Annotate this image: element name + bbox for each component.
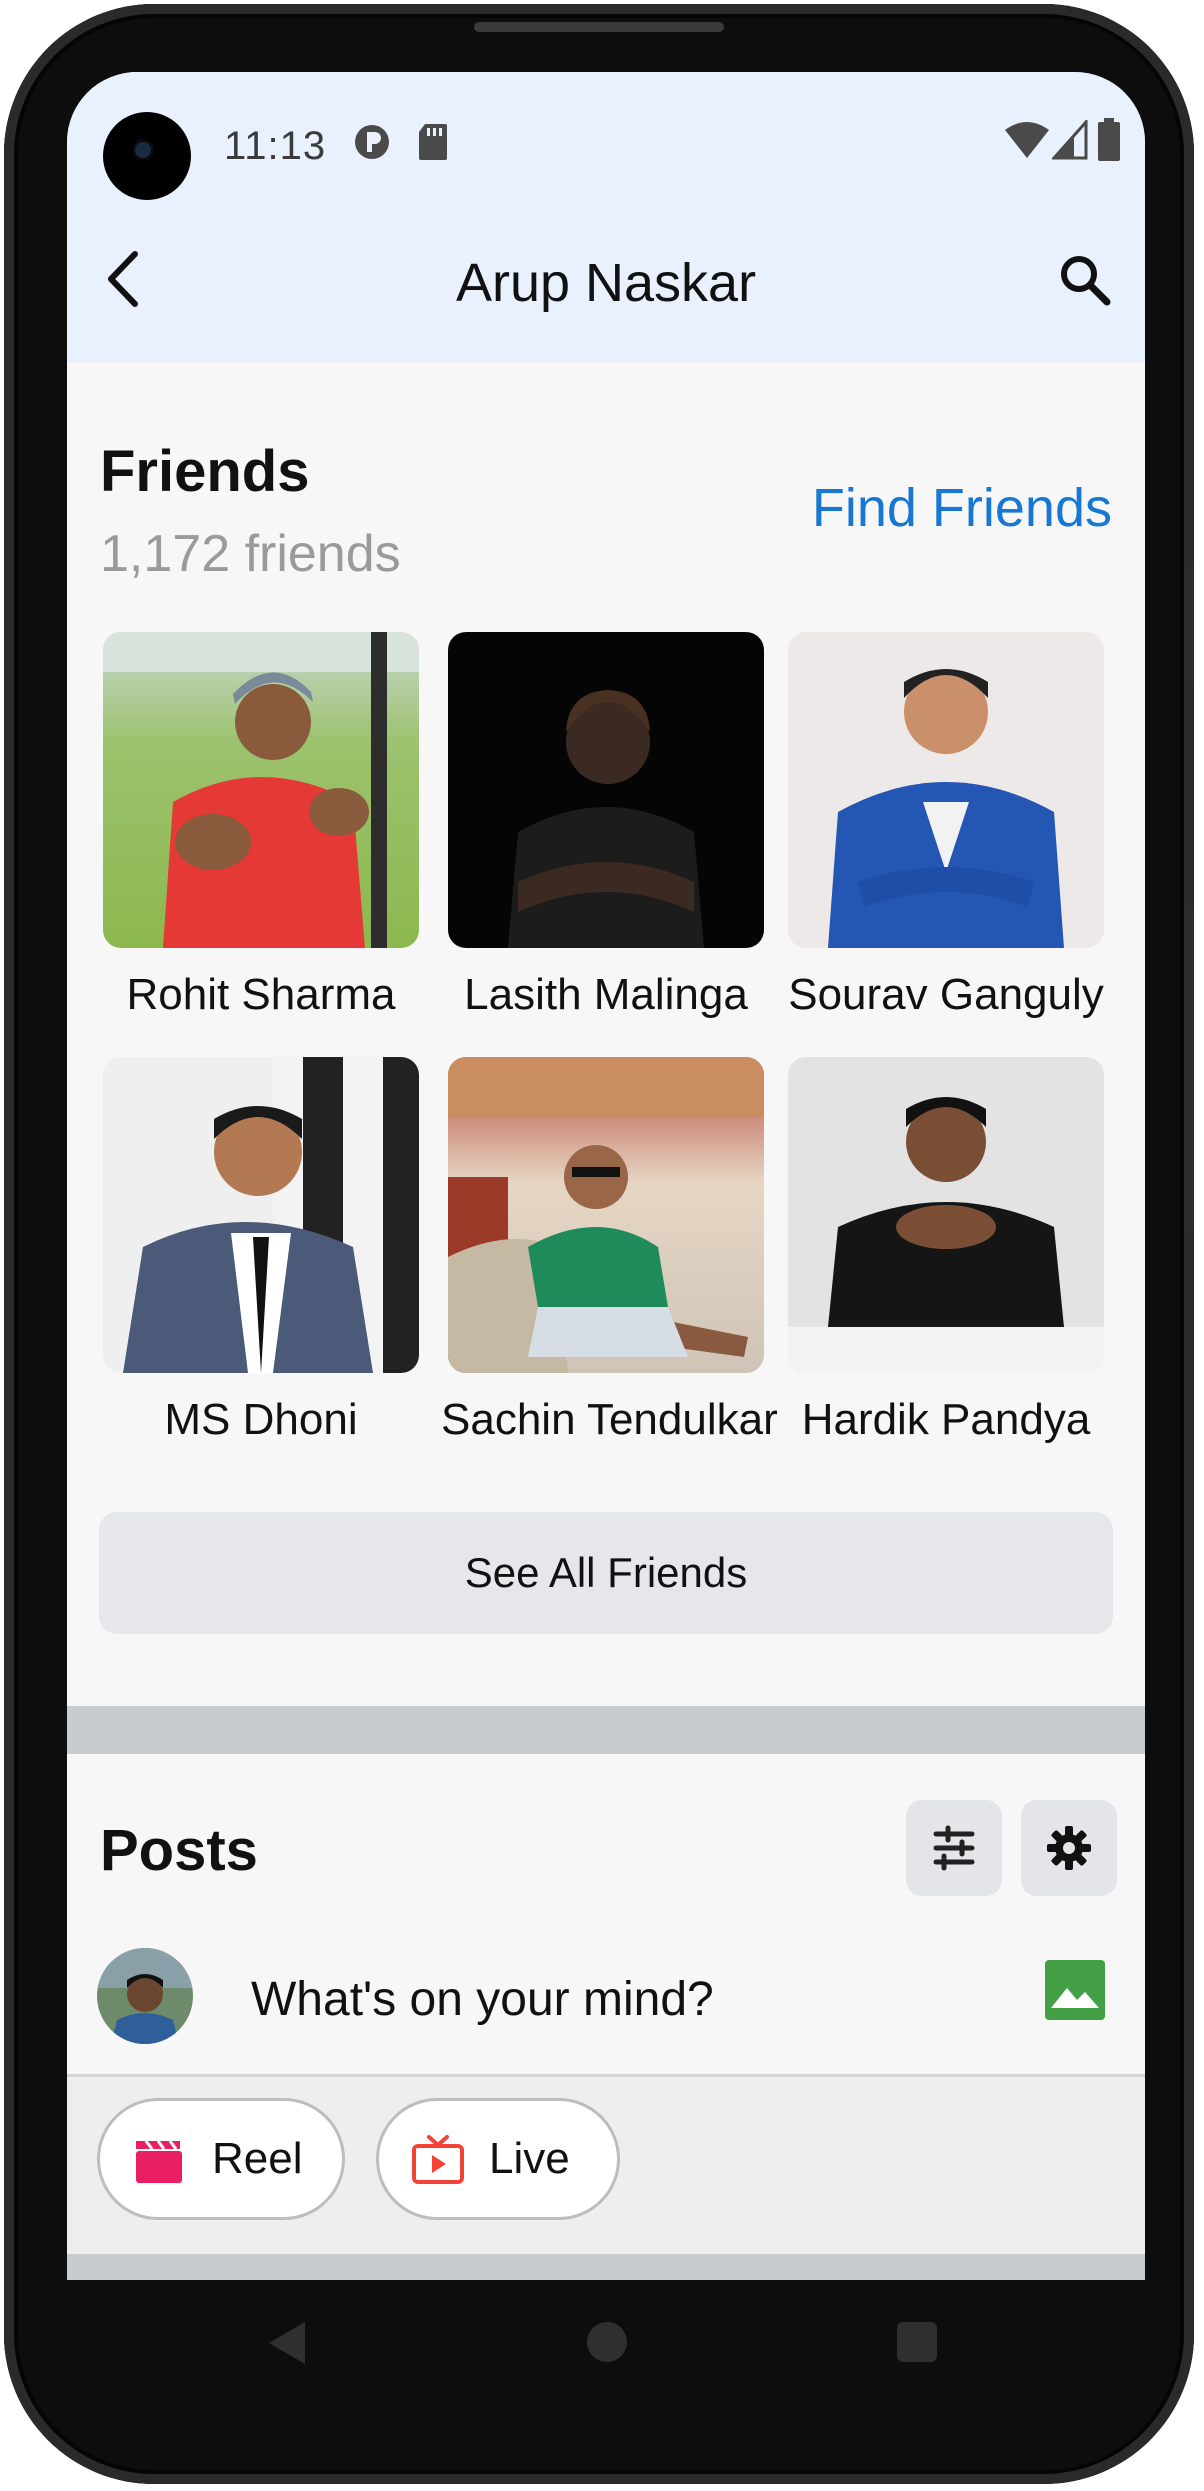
live-button[interactable]: Live: [376, 2098, 620, 2220]
friend-photo[interactable]: [448, 1057, 764, 1373]
power-button: [1184, 904, 1194, 1234]
photo-icon[interactable]: [1045, 1960, 1105, 2020]
section-divider: [67, 2254, 1145, 2280]
screen: 11:13 Arup Naskar Friends 1,172 friends …: [67, 72, 1145, 2280]
gear-icon: [1047, 1826, 1091, 1870]
friend-photo[interactable]: [788, 632, 1104, 948]
friends-count: 1,172 friends: [100, 525, 401, 583]
reel-label: Reel: [212, 2134, 303, 2183]
notification-p-icon: [355, 125, 389, 159]
filter-sliders-icon: [933, 1825, 975, 1871]
composer-input[interactable]: What's on your mind?: [251, 1972, 714, 2027]
nav-home-icon[interactable]: [587, 2322, 627, 2362]
nav-recents-icon[interactable]: [897, 2322, 937, 2362]
friend-photo[interactable]: [448, 632, 764, 948]
nav-back-icon[interactable]: [267, 2320, 307, 2366]
friend-name[interactable]: Hardik Pandya: [781, 1395, 1111, 1445]
live-tv-icon: [412, 2135, 464, 2184]
header-area: 11:13 Arup Naskar: [67, 72, 1145, 362]
status-time: 11:13: [224, 124, 327, 168]
sd-card-icon: [419, 124, 447, 160]
friend-photo[interactable]: [788, 1057, 1104, 1373]
volume-button: [1184, 564, 1194, 684]
friend-photo[interactable]: [103, 1057, 419, 1373]
friend-name[interactable]: Sachin Tendulkar: [441, 1395, 778, 1445]
avatar[interactable]: [97, 1948, 193, 2044]
friend-card[interactable]: Rohit Sharma: [96, 632, 426, 1020]
wifi-icon: [1005, 122, 1049, 158]
friend-card[interactable]: Sourav Ganguly: [781, 632, 1111, 1020]
search-icon[interactable]: [1055, 250, 1115, 310]
battery-icon: [1098, 118, 1120, 161]
friend-card[interactable]: Lasith Malinga: [441, 632, 771, 1020]
friend-name[interactable]: Rohit Sharma: [96, 970, 426, 1020]
friend-card[interactable]: Hardik Pandya: [781, 1057, 1111, 1445]
friend-name[interactable]: Sourav Ganguly: [781, 970, 1111, 1020]
settings-button[interactable]: [1021, 1800, 1117, 1896]
reel-button[interactable]: Reel: [97, 2098, 345, 2220]
system-nav-bar: [67, 2280, 1145, 2410]
section-divider: [67, 1706, 1145, 1754]
live-label: Live: [489, 2134, 570, 2183]
friend-card[interactable]: MS Dhoni: [96, 1057, 426, 1445]
see-all-friends-button[interactable]: See All Friends: [99, 1512, 1113, 1634]
friend-name[interactable]: MS Dhoni: [96, 1395, 426, 1445]
filter-button[interactable]: [906, 1800, 1002, 1896]
find-friends-link[interactable]: Find Friends: [812, 477, 1112, 539]
friend-photo[interactable]: [103, 632, 419, 948]
friend-name[interactable]: Lasith Malinga: [441, 970, 771, 1020]
signal-icon: [1052, 120, 1088, 160]
page-title: Arup Naskar: [455, 253, 757, 313]
speaker-slot: [474, 22, 724, 32]
friends-heading: Friends: [100, 439, 310, 504]
phone-frame: 11:13 Arup Naskar Friends 1,172 friends …: [4, 4, 1194, 2484]
front-camera: [103, 112, 191, 200]
posts-heading: Posts: [100, 1818, 258, 1883]
clapperboard-icon: [136, 2140, 182, 2183]
friend-card[interactable]: Sachin Tendulkar: [441, 1057, 778, 1445]
